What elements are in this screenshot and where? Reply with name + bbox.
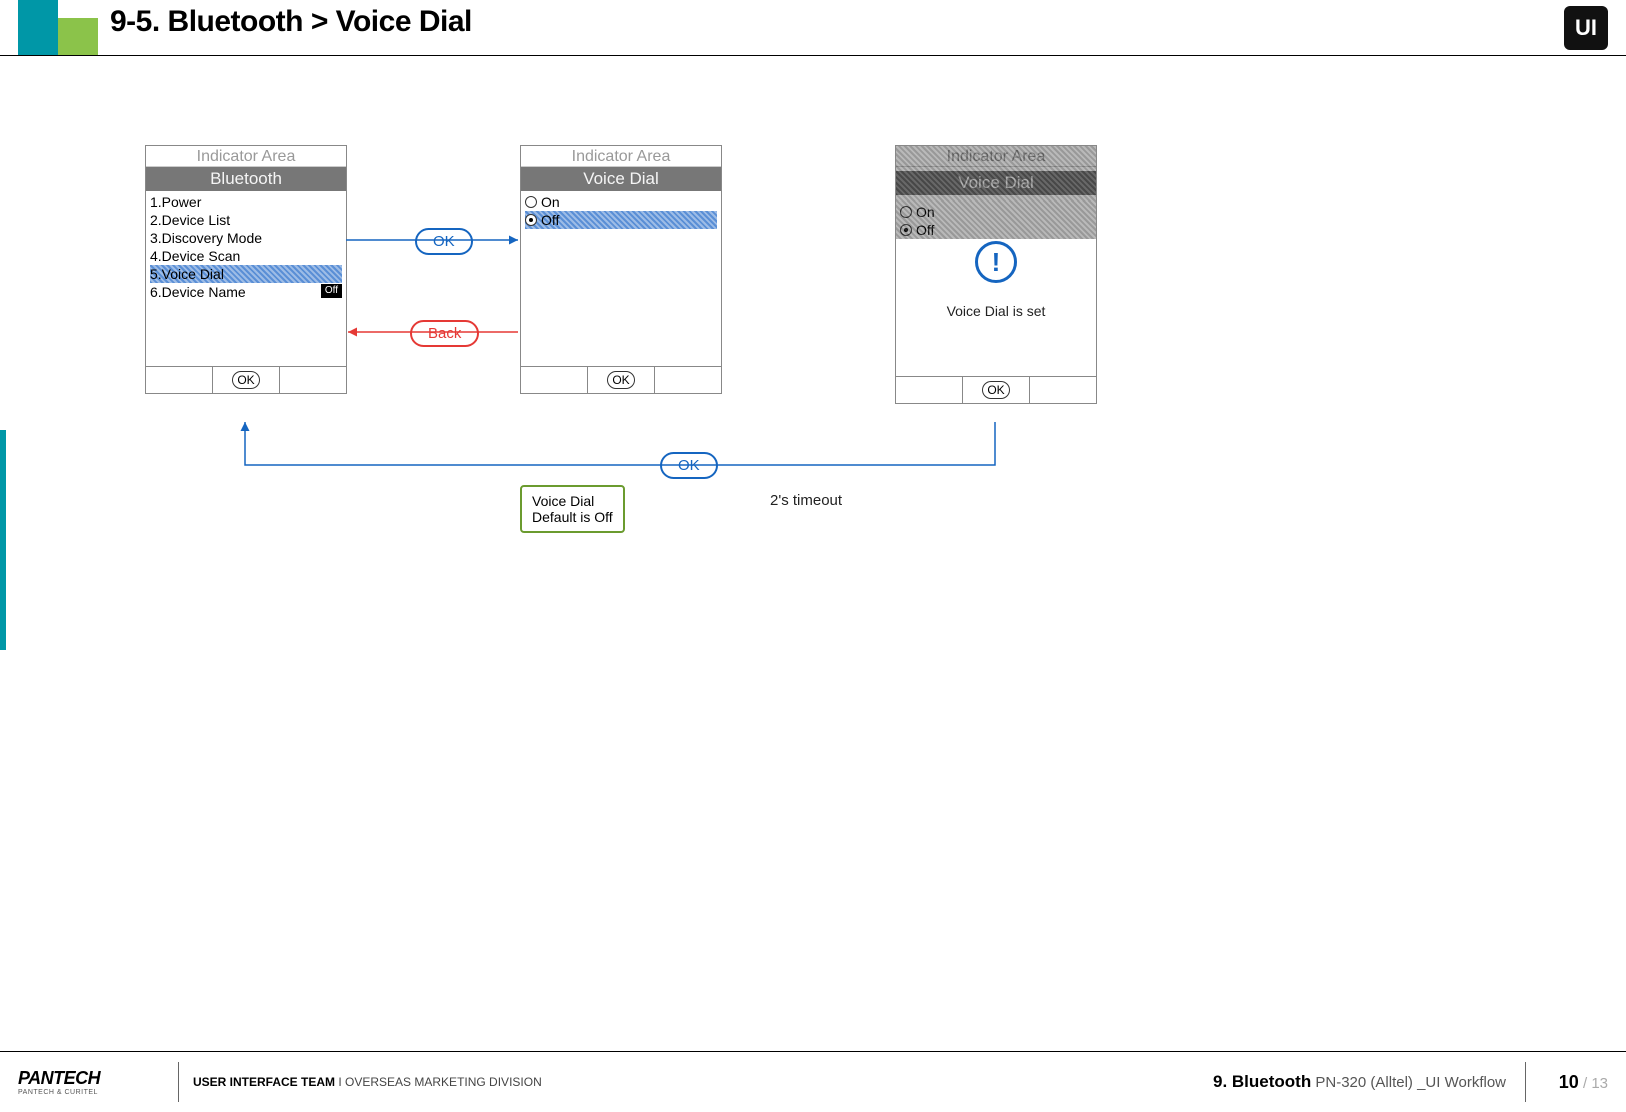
ui-logo-icon: UI xyxy=(1564,6,1608,50)
flow-ok-pill: OK xyxy=(415,228,473,255)
softkey-left[interactable] xyxy=(521,367,588,393)
phone-screen-voice-dial-options: Indicator Area Voice Dial OnOff OK xyxy=(520,145,722,394)
brand-logo: PANTECH PANTECH & CURITEL xyxy=(0,1062,179,1102)
radio-label: Off xyxy=(541,211,559,229)
radio-option[interactable]: Off xyxy=(525,211,717,229)
indicator-area: Indicator Area xyxy=(521,146,721,167)
dimmed-overlay xyxy=(896,201,1096,241)
softkey-center[interactable]: OK xyxy=(963,377,1030,403)
radio-icon xyxy=(525,196,537,208)
radio-icon xyxy=(525,214,537,226)
popup-panel: ! Voice Dial is set xyxy=(896,239,1096,376)
ok-softkey-label: OK xyxy=(607,371,634,389)
page-number: 10 / 13 xyxy=(1559,1072,1608,1093)
note-box: Voice Dial Default is Off xyxy=(520,485,625,533)
header-accent-teal xyxy=(18,0,58,55)
menu-item[interactable]: 3.Discovery Mode xyxy=(150,229,342,247)
page-separator xyxy=(1525,1062,1526,1102)
chapter-bold: 9. Bluetooth xyxy=(1213,1072,1311,1091)
team-label: USER INTERFACE TEAM I OVERSEAS MARKETING… xyxy=(179,1075,542,1089)
radio-label: On xyxy=(541,193,560,211)
header-rule xyxy=(0,55,1626,56)
radio-option[interactable]: On xyxy=(525,193,717,211)
note-line2: Default is Off xyxy=(532,509,613,525)
screen-title: Voice Dial xyxy=(521,167,721,191)
indicator-area: Indicator Area xyxy=(146,146,346,167)
softkey-left[interactable] xyxy=(146,367,213,393)
softkey-right[interactable] xyxy=(280,367,346,393)
softkey-center[interactable]: OK xyxy=(213,367,280,393)
screen-title: Bluetooth xyxy=(146,167,346,191)
menu-item[interactable]: 2.Device List xyxy=(150,211,342,229)
menu-item[interactable]: 4.Device Scan xyxy=(150,247,342,265)
team-sep: I xyxy=(335,1075,345,1089)
softkey-right[interactable] xyxy=(1030,377,1096,403)
ok-softkey-label: OK xyxy=(232,371,259,389)
dimmed-overlay xyxy=(896,146,1096,201)
softkey-center[interactable]: OK xyxy=(588,367,655,393)
softkey-right[interactable] xyxy=(655,367,721,393)
ok-softkey-label: OK xyxy=(982,381,1009,399)
flow-ok2-pill: OK xyxy=(660,452,718,479)
team-div: OVERSEAS MARKETING DIVISION xyxy=(345,1075,542,1089)
brand-main: PANTECH xyxy=(18,1068,178,1089)
voice-dial-radio-list: OnOff xyxy=(521,191,721,231)
page-total: / 13 xyxy=(1579,1075,1608,1092)
side-accent xyxy=(0,430,6,650)
menu-item[interactable]: 1.Power xyxy=(150,193,342,211)
bluetooth-menu-list: 1.Power2.Device List3.Discovery Mode4.De… xyxy=(146,191,346,303)
phone-screen-bluetooth: Indicator Area Bluetooth 1.Power2.Device… xyxy=(145,145,347,394)
page-title: 9-5. Bluetooth > Voice Dial xyxy=(110,5,472,39)
footer: PANTECH PANTECH & CURITEL USER INTERFACE… xyxy=(0,1052,1626,1112)
page-current: 10 xyxy=(1559,1072,1579,1092)
team-bold: USER INTERFACE TEAM xyxy=(193,1075,335,1089)
chapter-label: 9. Bluetooth PN-320 (Alltel) _UI Workflo… xyxy=(1213,1072,1506,1092)
menu-item[interactable]: 6.Device NameOff xyxy=(150,283,342,301)
phone-screen-voice-dial-confirm: Indicator Area Voice Dial OnOff ! Voice … xyxy=(895,145,1097,404)
menu-item[interactable]: 5.Voice Dial xyxy=(150,265,342,283)
flow-back-pill: Back xyxy=(410,320,479,347)
softkey-left[interactable] xyxy=(896,377,963,403)
chapter-rest: PN-320 (Alltel) _UI Workflow xyxy=(1311,1074,1506,1091)
note-line1: Voice Dial xyxy=(532,493,613,509)
popup-message: Voice Dial is set xyxy=(947,303,1046,319)
brand-sub: PANTECH & CURITEL xyxy=(18,1089,178,1096)
header-accent-green xyxy=(58,18,98,55)
status-badge: Off xyxy=(321,284,342,298)
timeout-label: 2's timeout xyxy=(770,492,842,509)
info-icon: ! xyxy=(975,241,1017,283)
